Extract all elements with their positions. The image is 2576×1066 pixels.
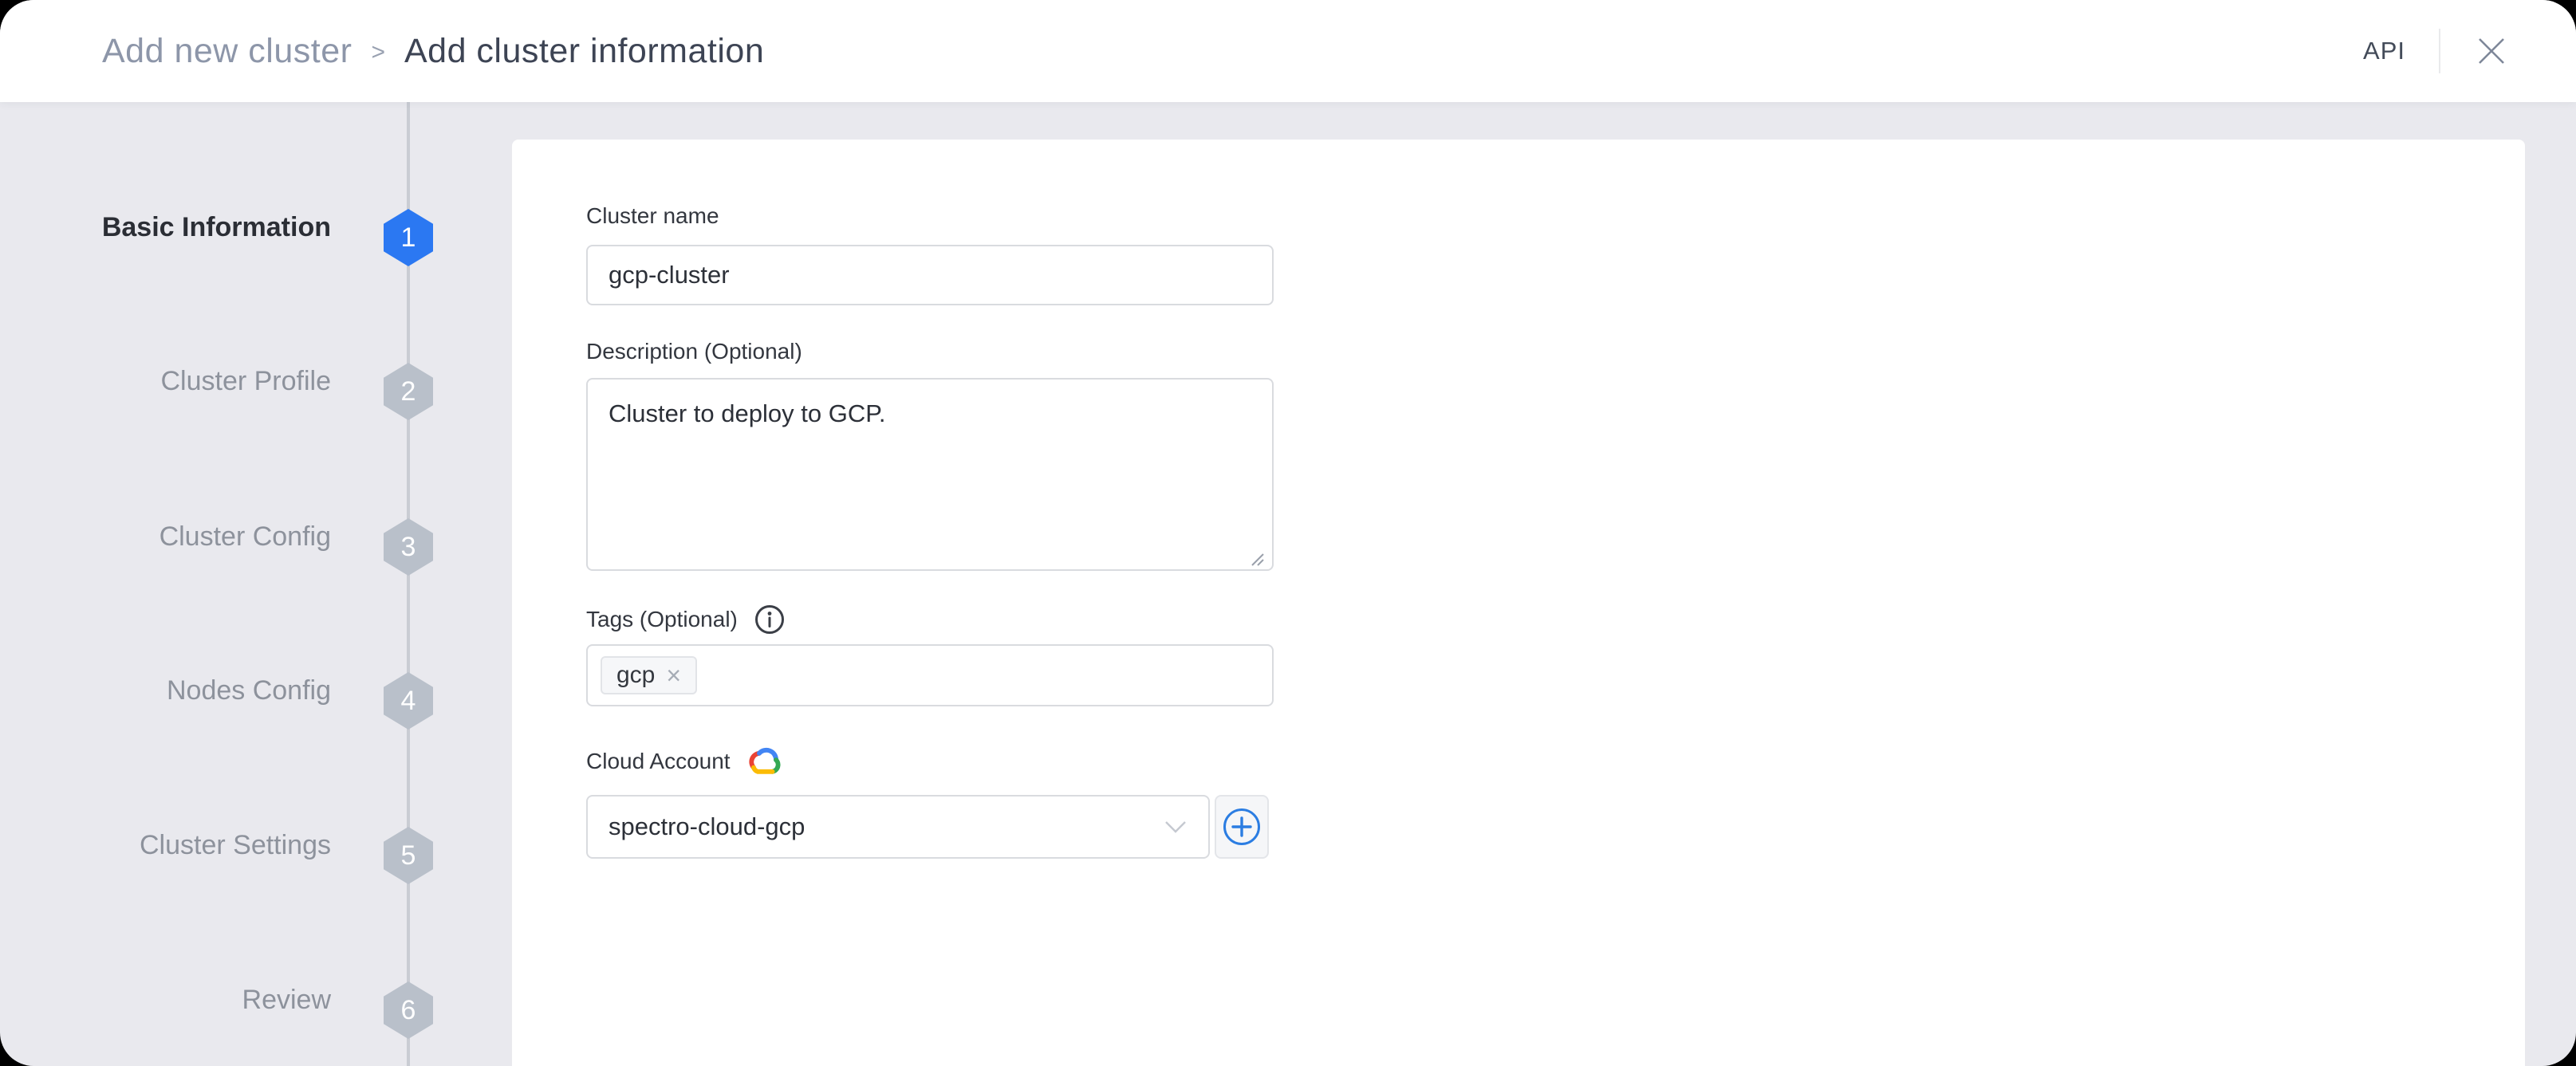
- step-badge: 4: [384, 672, 433, 730]
- plus-circle-icon: [1223, 808, 1260, 845]
- breadcrumb: Add new cluster > Add cluster informatio…: [102, 0, 764, 102]
- add-cluster-wizard-window: Basic Information 1 Cluster Profile 2 Cl…: [0, 0, 2576, 1066]
- step-label: Basic Information: [101, 212, 331, 242]
- close-button[interactable]: [2474, 33, 2509, 69]
- app-header: Add new cluster > Add cluster informatio…: [0, 0, 2576, 102]
- tags-label: Tags (Optional): [586, 604, 1274, 635]
- sidebar-step-cluster-profile[interactable]: Cluster Profile 2: [0, 363, 447, 420]
- tag-chip-remove-icon[interactable]: ×: [666, 663, 681, 688]
- step-label: Cluster Profile: [160, 366, 331, 396]
- step-badge: 1: [384, 209, 433, 266]
- step-badge: 2: [384, 363, 433, 420]
- tag-chip: gcp ×: [601, 656, 698, 694]
- main-panel: Cluster name Description (Optional) Clus…: [512, 140, 2525, 1066]
- cloud-account-field: Cloud Account: [586, 746, 1274, 777]
- add-cloud-account-button[interactable]: [1215, 795, 1269, 859]
- tag-chip-label: gcp: [616, 662, 656, 688]
- step-label: Cluster Settings: [140, 830, 331, 860]
- step-badge: 3: [384, 518, 433, 576]
- step-label: Nodes Config: [166, 675, 331, 706]
- cloud-account-row: spectro-cloud-gcp: [586, 795, 1274, 859]
- close-icon: [2479, 38, 2504, 64]
- sidebar-step-cluster-config[interactable]: Cluster Config 3: [0, 518, 447, 576]
- sidebar-step-review[interactable]: Review 6: [0, 981, 447, 1039]
- cluster-name-input[interactable]: [586, 245, 1274, 305]
- gcp-cloud-icon: [748, 747, 781, 774]
- sidebar-step-cluster-settings[interactable]: Cluster Settings 5: [0, 827, 447, 884]
- api-button[interactable]: API: [2363, 37, 2405, 65]
- description-label: Description (Optional): [586, 339, 802, 364]
- step-badge: 5: [384, 827, 433, 884]
- sidebar-step-basic-information[interactable]: Basic Information 1: [0, 209, 447, 266]
- tags-field: Tags (Optional): [586, 604, 1274, 635]
- header-divider: [2439, 29, 2440, 73]
- step-label: Review: [242, 985, 331, 1015]
- cluster-name-field: Cluster name: [586, 203, 1274, 229]
- cloud-account-label-text: Cloud Account: [586, 749, 731, 773]
- description-textarea[interactable]: Cluster to deploy to GCP.: [586, 378, 1274, 571]
- tags-label-text: Tags (Optional): [586, 607, 738, 631]
- cloud-account-select[interactable]: spectro-cloud-gcp: [586, 795, 1210, 859]
- tags-input[interactable]: gcp ×: [586, 644, 1274, 706]
- step-label: Cluster Config: [159, 521, 331, 552]
- cloud-account-label: Cloud Account: [586, 746, 1274, 777]
- info-circle-icon[interactable]: [754, 604, 786, 635]
- description-field: Description (Optional): [586, 339, 1274, 364]
- cloud-account-selected-value: spectro-cloud-gcp: [609, 812, 805, 840]
- breadcrumb-separator: >: [371, 39, 385, 65]
- breadcrumb-parent-link[interactable]: Add new cluster: [102, 32, 352, 71]
- sidebar-step-nodes-config[interactable]: Nodes Config 4: [0, 672, 447, 730]
- cluster-name-label: Cluster name: [586, 203, 719, 228]
- step-badge: 6: [384, 981, 433, 1039]
- chevron-down-icon: [1165, 821, 1186, 833]
- header-actions: API: [2363, 0, 2509, 102]
- breadcrumb-current: Add cluster information: [404, 31, 765, 70]
